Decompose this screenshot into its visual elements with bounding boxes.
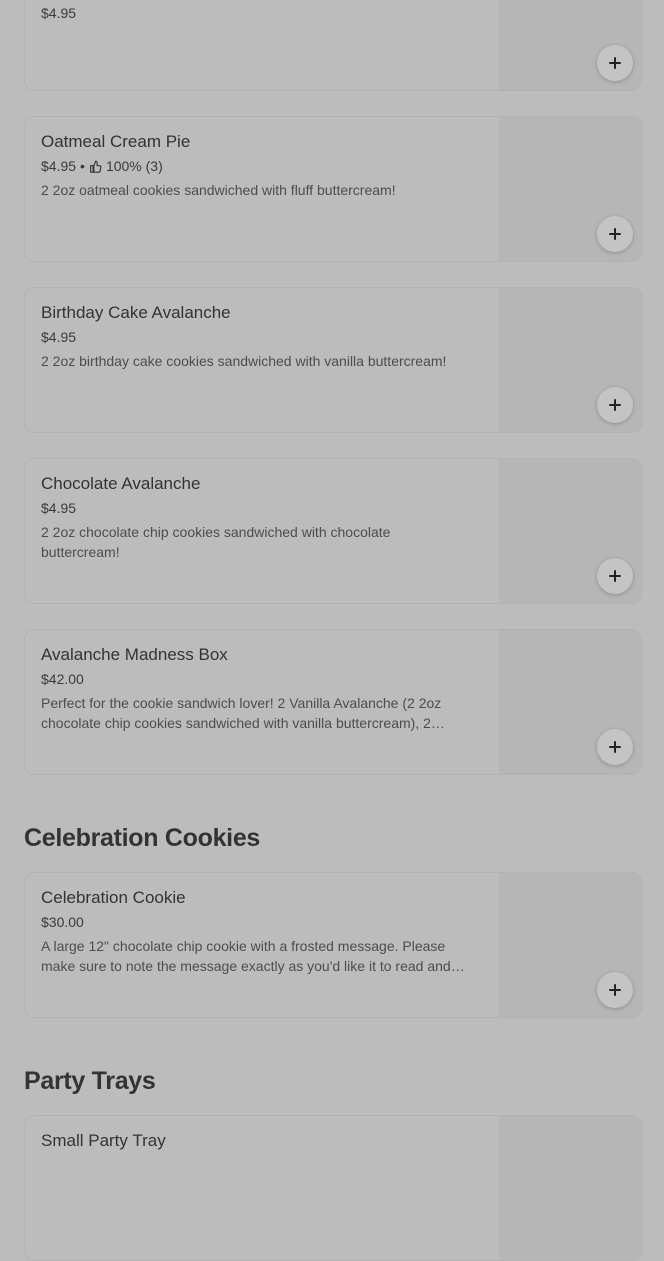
menu-item-name: Oatmeal Cream Pie [41,132,191,151]
plus-icon [609,741,621,753]
menu-item-info: Small Party Tray [41,1130,471,1152]
menu-item-card[interactable]: Avalanche Madness Box $42.00 Perfect for… [24,629,642,775]
menu-item-card[interactable]: Oatmeal Cream Pie $4.95 • 100% (3) 2 2oz… [24,116,642,262]
menu-item-name: Birthday Cake Avalanche [41,303,231,322]
menu-item-meta: $4.95 [41,328,471,346]
menu-item-description: Perfect for the cookie sandwich lover! 2… [41,695,442,731]
menu-item-price: $4.95 [41,158,77,174]
menu-item-card[interactable]: $4.95 [24,0,642,91]
plus-icon [609,570,621,582]
menu-item-meta: $4.95 • 100% (3) [41,157,471,175]
menu-item-meta: $42.00 [41,670,471,688]
menu-item-name: Chocolate Avalanche [41,474,201,493]
plus-icon [609,399,621,411]
menu-item-price: $4.95 [41,500,77,516]
price-text: $4.95 [41,5,77,21]
menu-item-price: $30.00 [41,914,84,930]
menu-item-meta: $4.95 [41,499,471,517]
plus-icon [609,228,621,240]
menu-item-name: Small Party Tray [41,1131,166,1150]
menu-item-name: Avalanche Madness Box [41,645,228,664]
menu-item-description: 2 2oz oatmeal cookies sandwiched with fl… [41,182,396,198]
add-to-cart-button[interactable] [597,387,633,423]
menu-item-name: Celebration Cookie [41,888,186,907]
add-to-cart-button[interactable] [597,558,633,594]
menu-item-description: 2 2oz birthday cake cookies sandwiched w… [41,353,447,369]
menu-item-description: A large 12" chocolate chip cookie with a… [41,938,451,974]
menu-item-info: Chocolate Avalanche $4.95 2 2oz chocolat… [41,473,471,562]
menu-item-meta: $30.00 [41,913,471,931]
menu-item-info: Celebration Cookie $30.00 A large 12" ch… [41,887,471,976]
menu-item-image [499,1116,641,1260]
menu-item-rating: 100% (3) [105,158,163,174]
section-heading-party-trays: Party Trays [24,1067,156,1095]
add-to-cart-button[interactable] [597,45,633,81]
plus-icon [609,984,621,996]
add-to-cart-button[interactable] [597,972,633,1008]
menu-item-price: $4.95 [41,329,77,345]
menu-item-price: $4.95 [41,4,471,22]
menu-item-price: $42.00 [41,671,84,687]
add-to-cart-button[interactable] [597,729,633,765]
menu-item-info: Avalanche Madness Box $42.00 Perfect for… [41,644,471,733]
add-to-cart-button[interactable] [597,216,633,252]
menu-item-card[interactable]: Birthday Cake Avalanche $4.95 2 2oz birt… [24,287,642,433]
menu-item-info: Birthday Cake Avalanche $4.95 2 2oz birt… [41,302,471,371]
menu-item-card[interactable]: Celebration Cookie $30.00 A large 12" ch… [24,872,642,1018]
thumbs-up-icon [90,160,102,173]
section-heading-celebration-cookies: Celebration Cookies [24,824,261,852]
menu-item-info: Oatmeal Cream Pie $4.95 • 100% (3) 2 2oz… [41,131,471,200]
menu-item-card[interactable]: Small Party Tray [24,1115,642,1261]
menu-item-description: 2 2oz chocolate chip cookies sandwiched … [41,524,391,560]
plus-icon [609,57,621,69]
meta-separator: • [80,158,85,174]
menu-item-info: $4.95 [41,0,471,22]
menu-item-card[interactable]: Chocolate Avalanche $4.95 2 2oz chocolat… [24,458,642,604]
